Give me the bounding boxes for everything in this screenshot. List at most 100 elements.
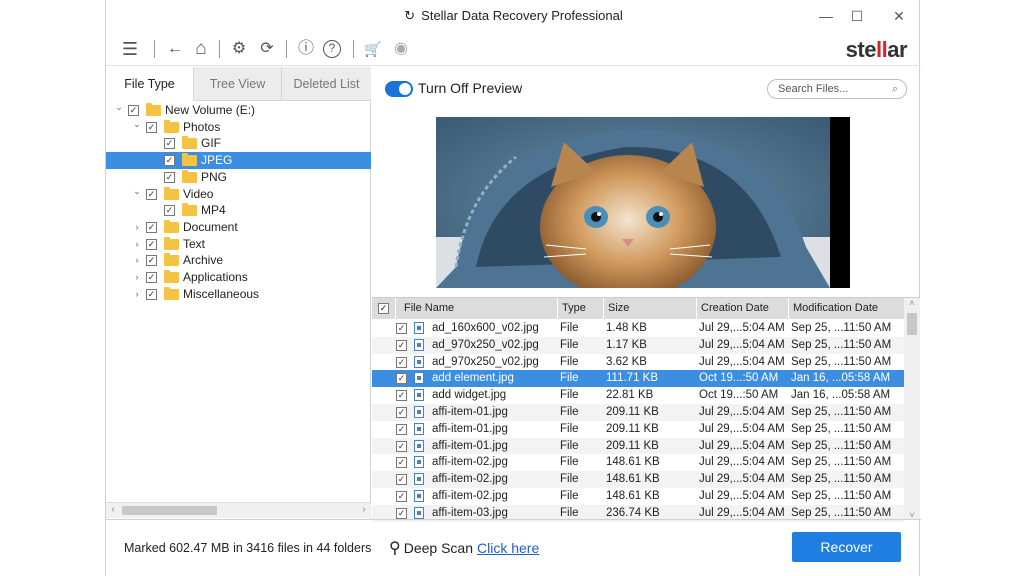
- expand-right-icon[interactable]: ›: [132, 219, 142, 236]
- help-icon[interactable]: ?: [323, 40, 341, 58]
- image-file-icon: [414, 473, 424, 486]
- file-list-vertical-scrollbar[interactable]: ˄ ˅: [904, 298, 920, 520]
- tree-item[interactable]: ✓ MP4: [106, 202, 371, 219]
- select-all-checkbox[interactable]: ✓: [378, 303, 389, 314]
- search-files-input[interactable]: Search Files... ⌕: [767, 79, 907, 99]
- tree-item-checkbox[interactable]: ✓: [164, 171, 175, 183]
- logo-text-start: ste: [845, 37, 877, 62]
- file-row[interactable]: ✓ add element.jpg File 111.71 KB Oct 19...:5…: [372, 370, 904, 388]
- back-icon[interactable]: ←: [164, 38, 186, 60]
- file-row-checkbox[interactable]: ✓: [396, 407, 407, 418]
- file-row[interactable]: ✓ affi-item-01.jpg File 209.11 KB Jul 29,...…: [372, 404, 904, 421]
- tree-item-checkbox[interactable]: ✓: [146, 288, 157, 300]
- file-row[interactable]: ✓ affi-item-02.jpg File 148.61 KB Jul 29,...…: [372, 488, 904, 505]
- settings-icon[interactable]: ⚙: [228, 38, 250, 60]
- tree-item[interactable]: ⌄ ✓ Photos: [106, 119, 371, 136]
- tree-item-label: Document: [183, 219, 238, 234]
- tab-tree-view[interactable]: Tree View: [194, 67, 282, 101]
- marked-summary: Marked 602.47 MB in 3416 files in 44 fol…: [124, 541, 372, 555]
- scroll-up-icon[interactable]: ˄: [904, 298, 920, 308]
- tree-item[interactable]: ✓ PNG: [106, 169, 371, 186]
- file-row[interactable]: ✓ affi-item-02.jpg File 148.61 KB Jul 29,...…: [372, 454, 904, 471]
- file-row-checkbox[interactable]: ✓: [396, 339, 407, 351]
- file-row-checkbox[interactable]: ✓: [396, 474, 407, 486]
- file-row[interactable]: ✓ add widget.jpg File 22.81 KB Oct 19...:50 …: [372, 387, 904, 404]
- deep-scan-link[interactable]: Click here: [477, 540, 539, 556]
- tree-item-checkbox[interactable]: ✓: [164, 205, 175, 217]
- column-header-modification-date[interactable]: Modification Date: [789, 298, 904, 319]
- scroll-right-icon[interactable]: ›: [357, 504, 371, 515]
- tree-item[interactable]: ✓ JPEG: [106, 152, 371, 170]
- tab-deleted-list[interactable]: Deleted List: [282, 67, 371, 101]
- file-type-cell: File: [560, 406, 579, 418]
- close-button[interactable]: ✕: [884, 5, 914, 27]
- tree-item[interactable]: › ✓ Document: [106, 219, 371, 236]
- file-row-checkbox[interactable]: ✓: [396, 440, 407, 452]
- scroll-thumb[interactable]: [122, 506, 217, 515]
- file-table-header: ✓ File Name Type Size Creation Date Modi…: [372, 298, 904, 319]
- tree-item-checkbox[interactable]: ✓: [164, 138, 175, 150]
- file-row[interactable]: ✓ ad_160x600_v02.jpg File 1.48 KB Jul 29,...…: [372, 320, 904, 337]
- preview-toggle[interactable]: [385, 81, 413, 97]
- file-row-checkbox[interactable]: ✓: [396, 356, 407, 368]
- file-row[interactable]: ✓ ad_970x250_v02.jpg File 1.17 KB Jul 29,...…: [372, 336, 904, 354]
- minimize-button[interactable]: —: [811, 5, 841, 27]
- file-row-checkbox[interactable]: ✓: [396, 423, 407, 435]
- expand-down-icon[interactable]: ⌄: [132, 183, 142, 200]
- file-row-checkbox[interactable]: ✓: [396, 507, 407, 519]
- folder-icon: [164, 253, 179, 267]
- tree-item-checkbox[interactable]: ✓: [146, 238, 157, 250]
- tree-item[interactable]: › ✓ Archive: [106, 252, 371, 269]
- cart-icon[interactable]: 🛒: [362, 38, 384, 60]
- scroll-left-icon[interactable]: ‹: [106, 504, 120, 515]
- expand-down-icon[interactable]: ⌄: [132, 116, 142, 133]
- magnifier-icon: ⚲: [389, 540, 401, 557]
- file-row[interactable]: ✓ ad_970x250_v02.jpg File 3.62 KB Jul 29,...…: [372, 354, 904, 371]
- file-row-checkbox[interactable]: ✓: [396, 373, 407, 385]
- file-row-checkbox[interactable]: ✓: [396, 457, 407, 469]
- menu-icon[interactable]: ☰: [118, 38, 142, 60]
- tree-item-checkbox[interactable]: ✓: [146, 121, 157, 133]
- expand-right-icon[interactable]: ›: [132, 269, 142, 286]
- expand-right-icon[interactable]: ›: [132, 286, 142, 303]
- column-header-file-name[interactable]: File Name: [396, 298, 558, 319]
- file-row-checkbox[interactable]: ✓: [396, 491, 407, 502]
- expand-down-icon[interactable]: ⌄: [114, 99, 124, 116]
- recover-button[interactable]: Recover: [792, 532, 901, 562]
- search-icon[interactable]: ⌕: [892, 80, 898, 98]
- file-row[interactable]: ✓ affi-item-02.jpg File 148.61 KB Jul 29,...…: [372, 471, 904, 488]
- tree-horizontal-scrollbar[interactable]: ‹ ›: [106, 502, 371, 518]
- file-row-checkbox[interactable]: ✓: [396, 323, 407, 334]
- file-size-cell: 3.62 KB: [606, 355, 647, 368]
- expand-right-icon[interactable]: ›: [132, 252, 142, 269]
- tab-file-type[interactable]: File Type: [106, 67, 194, 101]
- resume-recovery-icon[interactable]: ⟳: [256, 38, 278, 60]
- tree-item[interactable]: › ✓ Applications: [106, 269, 371, 286]
- file-row[interactable]: ✓ affi-item-01.jpg File 209.11 KB Jul 29,...…: [372, 437, 904, 455]
- file-size-cell: 148.61 KB: [606, 490, 660, 502]
- tree-item[interactable]: › ✓ Miscellaneous: [106, 286, 371, 303]
- scroll-thumb[interactable]: [907, 313, 917, 335]
- tree-item[interactable]: › ✓ Text: [106, 236, 371, 253]
- column-header-creation-date[interactable]: Creation Date: [697, 298, 789, 319]
- file-row-checkbox[interactable]: ✓: [396, 390, 407, 402]
- column-header-type[interactable]: Type: [558, 298, 604, 319]
- tree-item[interactable]: ⌄ ✓ New Volume (E:): [106, 102, 371, 119]
- tree-item[interactable]: ✓ GIF: [106, 135, 371, 152]
- folder-tree: ⌄ ✓ New Volume (E:) ⌄ ✓ Photos ✓ GIF ✓ JPEG ✓ PNG ⌄ ✓…: [106, 101, 371, 501]
- expand-right-icon[interactable]: ›: [132, 236, 142, 253]
- search-placeholder: Search Files...: [778, 83, 849, 95]
- user-icon[interactable]: ◉: [390, 38, 412, 60]
- home-icon[interactable]: ⌂: [190, 38, 212, 60]
- column-header-size[interactable]: Size: [604, 298, 697, 319]
- tree-item[interactable]: ⌄ ✓ Video: [106, 186, 371, 203]
- file-row[interactable]: ✓ affi-item-01.jpg File 209.11 KB Jul 29,...…: [372, 421, 904, 438]
- tree-item-checkbox[interactable]: ✓: [164, 155, 175, 167]
- tree-item-checkbox[interactable]: ✓: [146, 272, 157, 283]
- tree-item-checkbox[interactable]: ✓: [128, 105, 139, 116]
- tree-item-checkbox[interactable]: ✓: [146, 255, 157, 267]
- maximize-button[interactable]: ☐: [842, 5, 872, 27]
- tree-item-checkbox[interactable]: ✓: [146, 188, 157, 200]
- tree-item-checkbox[interactable]: ✓: [146, 221, 157, 233]
- info-icon[interactable]: ⓘ: [295, 38, 317, 60]
